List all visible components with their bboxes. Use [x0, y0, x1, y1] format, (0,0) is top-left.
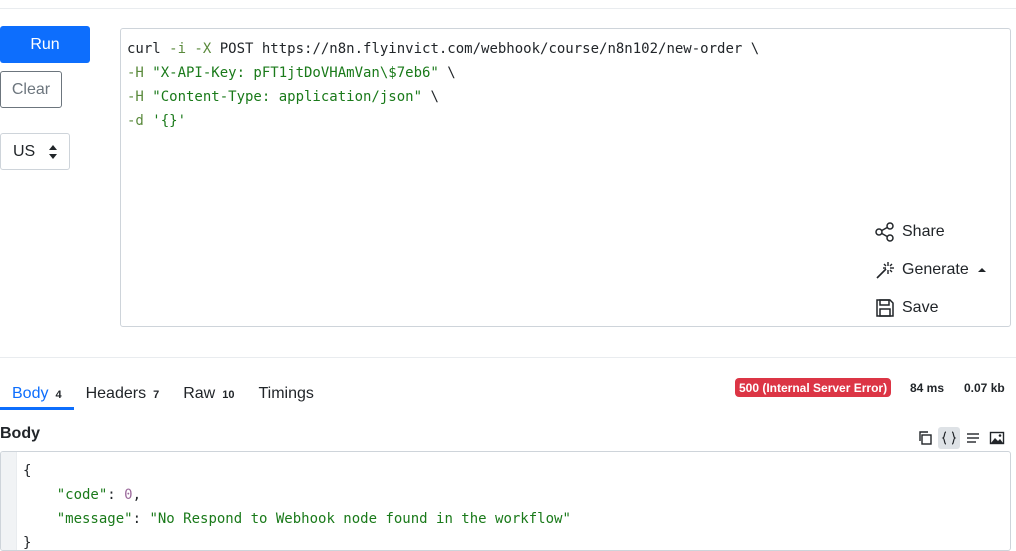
- share-label: Share: [902, 223, 945, 240]
- braces-icon: [941, 431, 957, 445]
- status-badge: 500 (Internal Server Error): [735, 378, 892, 397]
- tab-count: 7: [153, 389, 160, 401]
- top-divider: [0, 8, 1016, 9]
- json-value-code: 0: [124, 487, 133, 503]
- share-icon: [875, 222, 894, 242]
- image-view-button[interactable]: [986, 427, 1008, 449]
- view-toggle-group: [914, 427, 1008, 449]
- curl-cmd: curl: [127, 41, 161, 57]
- json-open-brace: {: [23, 463, 32, 479]
- editor-gutter: [1, 452, 17, 550]
- json-close-brace: }: [23, 535, 32, 551]
- generate-button[interactable]: Generate: [874, 251, 994, 289]
- tab-body[interactable]: Body 4: [0, 375, 74, 410]
- share-button[interactable]: Share: [874, 213, 994, 251]
- copy-icon: [919, 431, 932, 445]
- copy-button[interactable]: [914, 427, 936, 449]
- response-body-viewer[interactable]: { "code": 0, "message": "No Respond to W…: [0, 451, 1011, 551]
- response-time: 84 ms: [910, 380, 945, 395]
- magic-wand-icon: [876, 262, 894, 279]
- clear-button[interactable]: Clear: [0, 71, 62, 108]
- curl-flags: -i -X: [160, 41, 212, 57]
- tab-headers[interactable]: Headers 7: [74, 375, 172, 409]
- text-view-button[interactable]: [962, 427, 984, 449]
- body-section-title: Body: [0, 425, 40, 442]
- section-divider: [0, 357, 1016, 358]
- header-flag: -H: [127, 89, 144, 105]
- request-code[interactable]: curl -i -X POST https://n8n.flyinvict.co…: [127, 37, 759, 133]
- tab-count: 10: [222, 389, 235, 401]
- tab-label: Headers: [85, 385, 147, 402]
- run-button[interactable]: Run: [0, 26, 90, 63]
- region-select-value: US: [13, 142, 36, 160]
- api-key-header: "X-API-Key: pFT1jtDoVHAmVan\$7eb6": [143, 65, 439, 81]
- tab-timings[interactable]: Timings: [246, 375, 325, 409]
- response-json: { "code": 0, "message": "No Respond to W…: [23, 463, 571, 551]
- tab-count: 4: [55, 389, 62, 401]
- image-icon: [989, 431, 1005, 445]
- tab-label: Body: [12, 385, 49, 402]
- save-label: Save: [902, 299, 939, 316]
- floppy-disk-icon: [876, 299, 894, 317]
- json-view-button[interactable]: [938, 427, 960, 449]
- data-flag: -d: [127, 113, 144, 129]
- tab-label: Raw: [183, 385, 216, 402]
- json-value-message: "No Respond to Webhook node found in the…: [149, 511, 571, 527]
- editor-actions: Share Generate Save: [874, 213, 994, 327]
- line-continuation: \: [438, 65, 456, 81]
- curl-url: POST https://n8n.flyinvict.com/webhook/c…: [211, 41, 760, 57]
- response-tabs: Body 4 Headers 7 Raw 10 Timings: [0, 375, 326, 410]
- lines-icon: [967, 433, 979, 443]
- sort-caret-icon: [49, 145, 57, 159]
- header-flag: -H: [127, 65, 144, 81]
- save-button[interactable]: Save: [874, 289, 994, 327]
- region-select[interactable]: US: [0, 133, 70, 170]
- data-payload: '{}': [143, 113, 187, 129]
- tab-raw[interactable]: Raw 10: [171, 375, 246, 409]
- line-continuation: \: [422, 89, 439, 105]
- tab-label: Timings: [258, 385, 314, 402]
- request-editor[interactable]: curl -i -X POST https://n8n.flyinvict.co…: [120, 28, 1011, 327]
- json-key-code: "code": [56, 487, 108, 503]
- response-size: 0.07 kb: [964, 380, 1005, 395]
- generate-label: Generate: [902, 261, 969, 278]
- json-key-message: "message": [56, 511, 133, 527]
- content-type-header: "Content-Type: application/json": [143, 89, 423, 105]
- caret-up-icon: [977, 268, 986, 272]
